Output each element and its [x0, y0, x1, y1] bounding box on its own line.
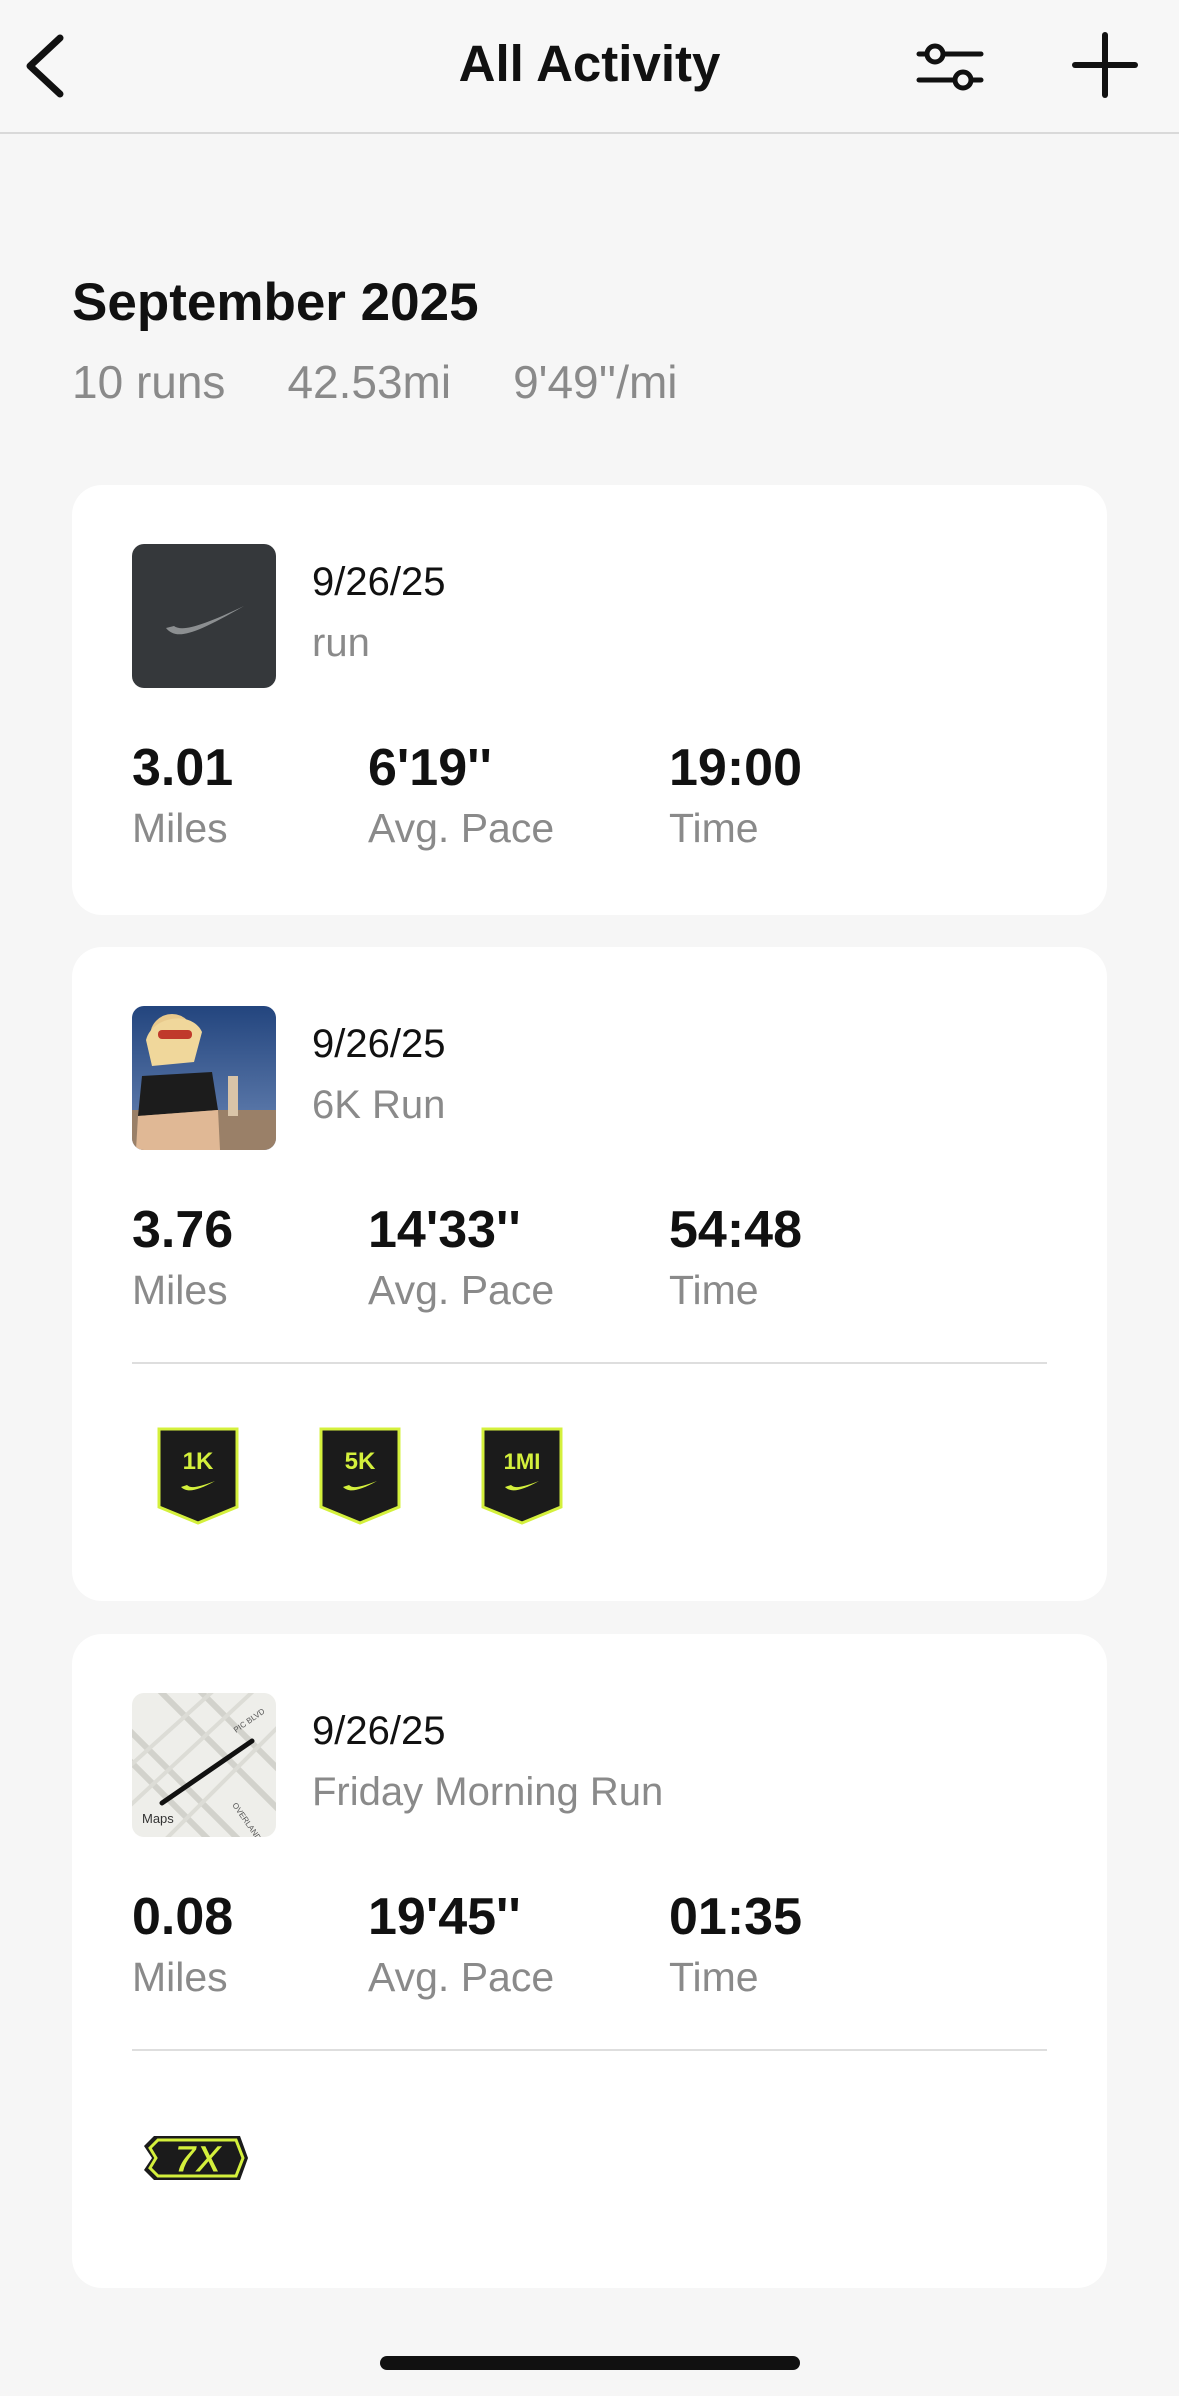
time-label: Time — [669, 1954, 759, 2000]
pace-label: Avg. Pace — [368, 1954, 555, 2000]
activity-name: run — [312, 621, 370, 665]
pace-value: 6'19'' — [368, 739, 492, 797]
pace-label: Avg. Pace — [368, 805, 555, 851]
home-indicator[interactable] — [380, 2356, 800, 2370]
nav-bar: All Activity — [0, 0, 1179, 134]
badge-7x-icon: 7X — [144, 2136, 248, 2182]
activity-card[interactable]: 9/26/25 6K Run 3.76 Miles 14'33'' Avg. P… — [72, 947, 1107, 1601]
time-value: 19:00 — [669, 739, 802, 797]
plus-icon[interactable] — [1070, 30, 1140, 100]
activity-date: 9/26/25 — [312, 560, 446, 604]
route-map: PIC BLVD OVERLAND Maps — [132, 1693, 276, 1837]
miles-value: 3.76 — [132, 1201, 234, 1259]
pace-value: 19'45'' — [368, 1888, 521, 1946]
nike-swoosh-icon — [132, 544, 276, 688]
pace-label: Avg. Pace — [368, 1267, 555, 1313]
activity-card[interactable]: PIC BLVD OVERLAND Maps 9/26/25 Friday Mo… — [72, 1634, 1107, 2288]
svg-text:PIC BLVD: PIC BLVD — [232, 1707, 267, 1735]
month-pace: 9'49''/mi — [513, 356, 678, 408]
activity-name: 6K Run — [312, 1083, 446, 1127]
filter-sliders-icon[interactable] — [915, 36, 985, 98]
activity-name: Friday Morning Run — [312, 1770, 664, 1814]
time-label: Time — [669, 1267, 759, 1313]
miles-label: Miles — [132, 805, 228, 851]
badge-5k-icon: 5K — [319, 1427, 401, 1525]
miles-label: Miles — [132, 1954, 228, 2000]
divider — [132, 1362, 1047, 1364]
divider — [132, 2049, 1047, 2051]
month-runs: 10 runs — [72, 356, 226, 408]
badge-label: 1K — [183, 1448, 214, 1475]
month-title: September 2025 — [72, 273, 479, 332]
badge-1mi-icon: 1MI — [481, 1427, 563, 1525]
activity-date: 9/26/25 — [312, 1022, 446, 1066]
miles-value: 0.08 — [132, 1888, 234, 1946]
badge-label: 7X — [175, 2139, 224, 2181]
page-title: All Activity — [458, 35, 721, 92]
badge-1k-icon: 1K — [157, 1427, 239, 1525]
miles-value: 3.01 — [132, 739, 234, 797]
badge-label: 5K — [345, 1448, 376, 1475]
maps-label: Maps — [142, 1811, 174, 1826]
activity-card[interactable]: 9/26/25 run 3.01 Miles 6'19'' Avg. Pace … — [72, 485, 1107, 915]
miles-label: Miles — [132, 1267, 228, 1313]
runner-photo — [132, 1006, 276, 1150]
badge-label: 1MI — [504, 1449, 541, 1474]
activity-date: 9/26/25 — [312, 1709, 446, 1753]
time-value: 54:48 — [669, 1201, 802, 1259]
time-value: 01:35 — [669, 1888, 802, 1946]
svg-text:OVERLAND: OVERLAND — [230, 1801, 263, 1837]
time-label: Time — [669, 805, 759, 851]
month-summary: 10 runs 42.53mi 9'49''/mi — [72, 355, 678, 409]
month-distance: 42.53mi — [287, 356, 452, 408]
pace-value: 14'33'' — [368, 1201, 521, 1259]
